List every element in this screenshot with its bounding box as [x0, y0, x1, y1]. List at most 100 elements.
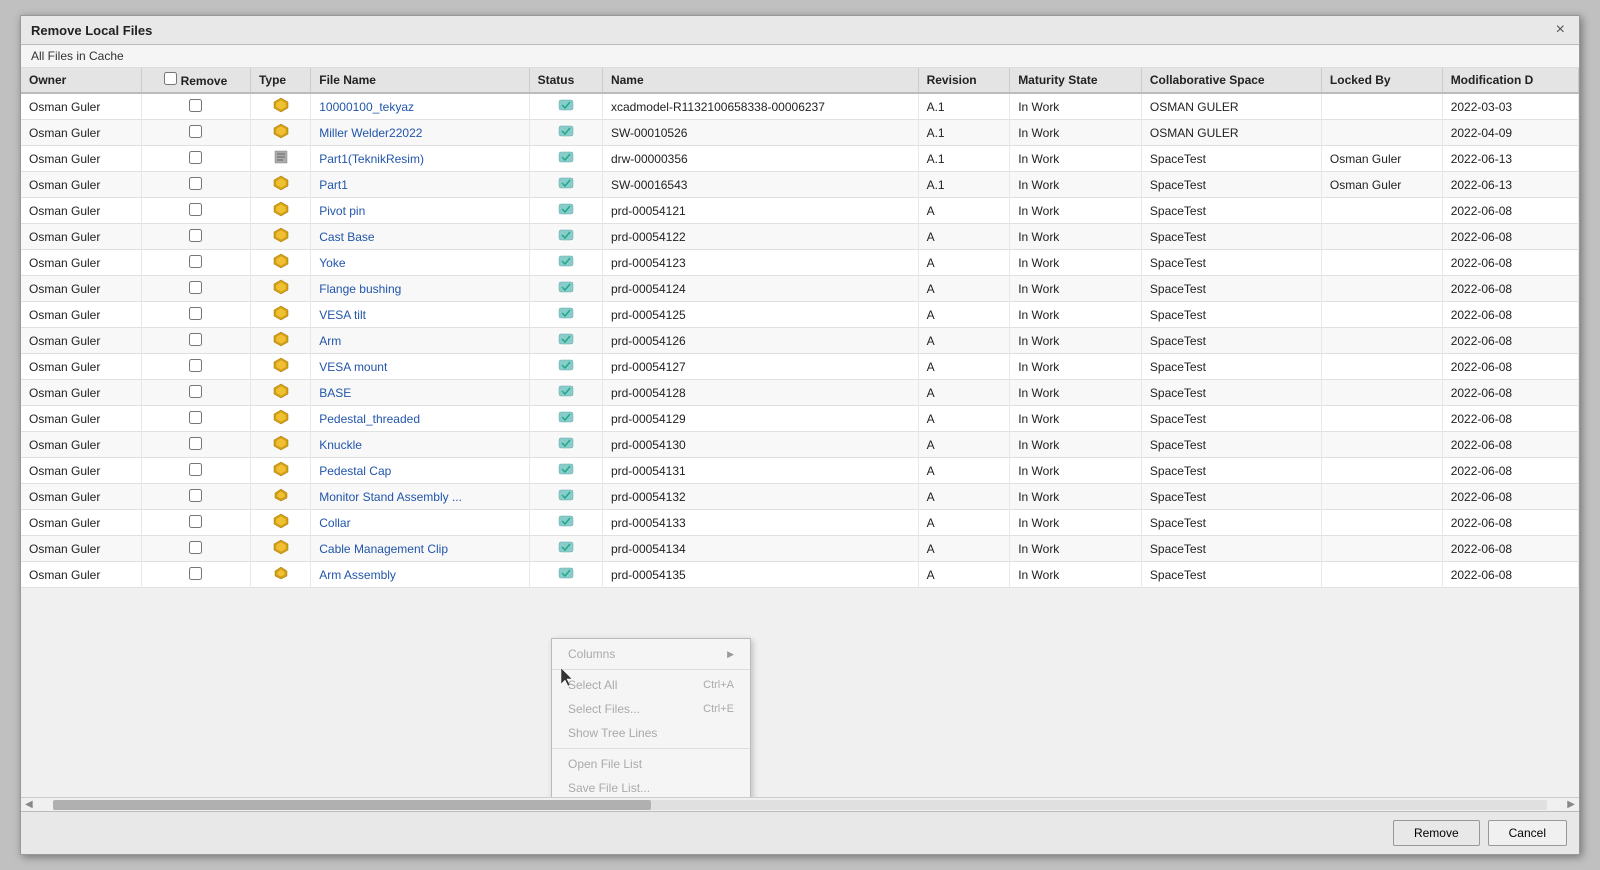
- dialog-title: Remove Local Files: [31, 23, 152, 38]
- context-menu: Columns Select AllCtrl+ASelect Files...Ct…: [551, 638, 751, 797]
- cell-modification: 2022-06-08: [1442, 536, 1578, 562]
- cell-revision: A.1: [918, 172, 1010, 198]
- cell-modification: 2022-06-08: [1442, 406, 1578, 432]
- cell-name: prd-00054126: [602, 328, 918, 354]
- context-menu-item-columns[interactable]: Columns: [552, 642, 750, 666]
- cell-remove[interactable]: [141, 328, 250, 354]
- row-checkbox[interactable]: [189, 463, 202, 476]
- remove-button[interactable]: Remove: [1393, 820, 1480, 846]
- row-checkbox[interactable]: [189, 333, 202, 346]
- cell-modification: 2022-06-08: [1442, 302, 1578, 328]
- row-checkbox[interactable]: [189, 203, 202, 216]
- cell-modification: 2022-06-08: [1442, 354, 1578, 380]
- cell-locked: [1321, 380, 1442, 406]
- row-checkbox[interactable]: [189, 385, 202, 398]
- cell-maturity: In Work: [1010, 432, 1142, 458]
- select-all-checkbox[interactable]: [164, 72, 177, 85]
- cell-owner: Osman Guler: [21, 172, 141, 198]
- cell-maturity: In Work: [1010, 510, 1142, 536]
- cell-remove[interactable]: [141, 354, 250, 380]
- cell-type: [250, 380, 310, 406]
- cell-owner: Osman Guler: [21, 562, 141, 588]
- context-menu-item-show-tree-lines[interactable]: Show Tree Lines: [552, 721, 750, 745]
- cancel-button[interactable]: Cancel: [1488, 820, 1567, 846]
- row-checkbox[interactable]: [189, 541, 202, 554]
- cell-type: [250, 328, 310, 354]
- row-checkbox[interactable]: [189, 515, 202, 528]
- cell-remove[interactable]: [141, 250, 250, 276]
- cell-remove[interactable]: [141, 93, 250, 120]
- cell-remove[interactable]: [141, 120, 250, 146]
- row-checkbox[interactable]: [189, 307, 202, 320]
- cell-name: prd-00054125: [602, 302, 918, 328]
- cell-remove[interactable]: [141, 406, 250, 432]
- row-checkbox[interactable]: [189, 99, 202, 112]
- row-checkbox[interactable]: [189, 177, 202, 190]
- row-checkbox[interactable]: [189, 437, 202, 450]
- cell-remove[interactable]: [141, 302, 250, 328]
- table-row: Osman Guler Knuckle prd-00054130 A In Wo…: [21, 432, 1579, 458]
- cell-remove[interactable]: [141, 562, 250, 588]
- cell-owner: Osman Guler: [21, 432, 141, 458]
- cell-remove[interactable]: [141, 432, 250, 458]
- cell-modification: 2022-06-13: [1442, 146, 1578, 172]
- footer-bar: Remove Cancel: [21, 811, 1579, 854]
- cell-remove[interactable]: [141, 146, 250, 172]
- scroll-left-btn[interactable]: ◀: [21, 799, 37, 810]
- row-checkbox[interactable]: [189, 411, 202, 424]
- files-table-container: Owner Remove Type File Name Status Name …: [21, 68, 1579, 797]
- cell-type: [250, 484, 310, 510]
- row-checkbox[interactable]: [189, 151, 202, 164]
- row-checkbox[interactable]: [189, 489, 202, 502]
- cell-owner: Osman Guler: [21, 146, 141, 172]
- ctx-item-shortcut: Ctrl+A: [703, 679, 734, 691]
- col-header-remove[interactable]: Remove: [141, 68, 250, 93]
- cell-status: [529, 224, 602, 250]
- cell-collab: SpaceTest: [1141, 302, 1321, 328]
- cell-revision: A: [918, 562, 1010, 588]
- cell-type: [250, 93, 310, 120]
- row-checkbox[interactable]: [189, 359, 202, 372]
- context-menu-item-save-file-list...[interactable]: Save File List...: [552, 776, 750, 797]
- context-menu-item-select-all[interactable]: Select AllCtrl+A: [552, 673, 750, 697]
- cell-remove[interactable]: [141, 510, 250, 536]
- context-menu-item-open-file-list[interactable]: Open File List: [552, 752, 750, 776]
- context-menu-item-select-files...[interactable]: Select Files...Ctrl+E: [552, 697, 750, 721]
- scroll-thumb[interactable]: [53, 800, 651, 810]
- cell-name: prd-00054121: [602, 198, 918, 224]
- cell-name: prd-00054124: [602, 276, 918, 302]
- cell-collab: SpaceTest: [1141, 354, 1321, 380]
- cell-modification: 2022-06-08: [1442, 562, 1578, 588]
- cell-maturity: In Work: [1010, 536, 1142, 562]
- cell-revision: A: [918, 224, 1010, 250]
- cell-remove[interactable]: [141, 198, 250, 224]
- cell-owner: Osman Guler: [21, 328, 141, 354]
- cell-owner: Osman Guler: [21, 224, 141, 250]
- horizontal-scrollbar[interactable]: ◀ ▶: [21, 797, 1579, 811]
- cell-remove[interactable]: [141, 536, 250, 562]
- cell-remove[interactable]: [141, 276, 250, 302]
- table-header-row: Owner Remove Type File Name Status Name …: [21, 68, 1579, 93]
- row-checkbox[interactable]: [189, 281, 202, 294]
- cell-filename: 10000100_tekyaz: [311, 93, 529, 120]
- remove-local-files-dialog: Remove Local Files × All Files in Cache …: [20, 15, 1580, 855]
- cell-remove[interactable]: [141, 380, 250, 406]
- row-checkbox[interactable]: [189, 125, 202, 138]
- cell-status: [529, 250, 602, 276]
- cell-remove[interactable]: [141, 458, 250, 484]
- scroll-right-btn[interactable]: ▶: [1563, 799, 1579, 810]
- cell-revision: A: [918, 198, 1010, 224]
- row-checkbox[interactable]: [189, 229, 202, 242]
- cell-owner: Osman Guler: [21, 250, 141, 276]
- cell-type: [250, 510, 310, 536]
- cell-name: prd-00054127: [602, 354, 918, 380]
- row-checkbox[interactable]: [189, 567, 202, 580]
- row-checkbox[interactable]: [189, 255, 202, 268]
- cell-remove[interactable]: [141, 172, 250, 198]
- cell-name: prd-00054129: [602, 406, 918, 432]
- cell-locked: [1321, 354, 1442, 380]
- cell-filename: Flange bushing: [311, 276, 529, 302]
- cell-remove[interactable]: [141, 224, 250, 250]
- close-button[interactable]: ×: [1552, 22, 1569, 38]
- cell-remove[interactable]: [141, 484, 250, 510]
